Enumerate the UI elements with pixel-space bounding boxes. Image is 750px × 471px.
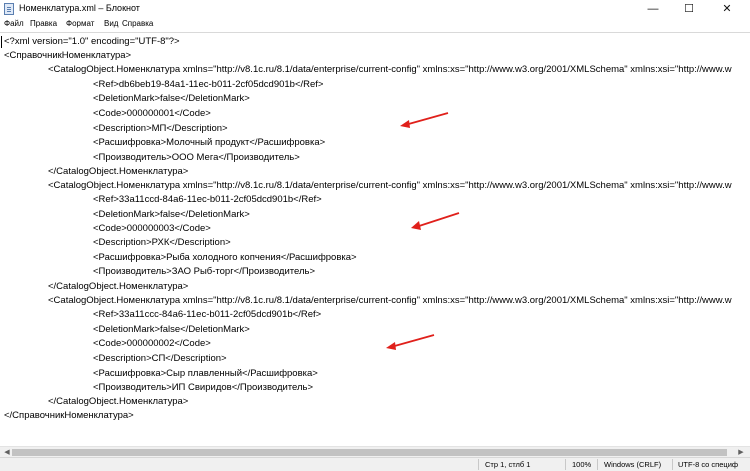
editor-line: <CatalogObject.Номенклатура xmlns="http:… — [48, 64, 732, 75]
editor-line: <Производитель>ООО Мега</Производитель> — [93, 152, 300, 163]
editor-line: <Code>000000002</Code> — [93, 338, 211, 349]
editor-line: <Code>000000003</Code> — [93, 223, 211, 234]
editor-line: <Description>СП</Description> — [93, 353, 227, 364]
notepad-icon — [4, 3, 14, 15]
editor-line: <СправочникНоменклатура> — [4, 50, 132, 61]
editor-line: </CatalogObject.Номенклатура> — [48, 166, 189, 177]
editor-line: </CatalogObject.Номенклатура> — [48, 281, 189, 292]
editor-line: <Code>000000001</Code> — [93, 108, 211, 119]
editor-line: <Ref>db6beb19-84a1-11ec-b011-2cf05dcd901… — [93, 79, 324, 90]
editor-line: <Ref>33a11ccc-84a6-11ec-b011-2cf05dcd901… — [93, 309, 322, 320]
zoom-level: 100% — [572, 460, 592, 469]
editor-line: <DeletionMark>false</DeletionMark> — [93, 324, 250, 335]
editor-line: <Description>МП</Description> — [93, 123, 228, 134]
menu-help[interactable]: Справка — [122, 19, 153, 28]
cursor-position: Стр 1, стлб 1 — [485, 460, 531, 469]
annotation-arrow — [386, 334, 435, 350]
annotation-arrow — [411, 212, 460, 230]
menu-format[interactable]: Формат — [66, 19, 94, 28]
encoding: UTF-8 со специф — [678, 460, 739, 469]
notepad-window: Номенклатура.xml – Блокнот — ☐ ✕ Файл Пр… — [0, 0, 750, 471]
minimize-button[interactable]: — — [636, 0, 670, 18]
editor-line: <DeletionMark>false</DeletionMark> — [93, 93, 250, 104]
annotation-arrow — [400, 112, 449, 128]
maximize-button[interactable]: ☐ — [672, 0, 706, 18]
status-divider — [672, 459, 673, 470]
editor-line: <DeletionMark>false</DeletionMark> — [93, 209, 250, 220]
menu-bar: Файл Правка Формат Вид Справка — [0, 18, 750, 32]
editor-line: <Description>РХК</Description> — [93, 237, 231, 248]
editor-line: </СправочникНоменклатура> — [4, 410, 134, 421]
editor-line: <CatalogObject.Номенклатура xmlns="http:… — [48, 180, 732, 191]
editor-line: <Расшифровка>Сыр плавленный</Расшифровка… — [93, 368, 318, 379]
text-editor[interactable]: <?xml version="1.0" encoding="UTF-8"?> <… — [0, 32, 750, 447]
editor-line: <Производитель>ЗАО Рыб-торг</Производите… — [93, 266, 316, 277]
editor-line: <CatalogObject.Номенклатура xmlns="http:… — [48, 295, 732, 306]
menu-view[interactable]: Вид — [104, 19, 118, 28]
editor-line: <Производитель>ИП Свиридов</Производител… — [93, 382, 314, 393]
title-bar[interactable]: Номенклатура.xml – Блокнот — ☐ ✕ — [0, 0, 750, 19]
status-bar: Стр 1, стлб 1 100% Windows (CRLF) UTF-8 … — [0, 457, 750, 471]
editor-line: <Ref>33a11ccd-84a6-11ec-b011-2cf05dcd901… — [93, 194, 322, 205]
editor-line: <?xml version="1.0" encoding="UTF-8"?> — [4, 36, 180, 47]
text-cursor — [1, 36, 2, 48]
scrollbar-thumb[interactable] — [12, 449, 727, 456]
line-ending: Windows (CRLF) — [604, 460, 662, 469]
status-divider — [597, 459, 598, 470]
status-divider — [565, 459, 566, 470]
status-divider — [478, 459, 479, 470]
editor-line: </CatalogObject.Номенклатура> — [48, 396, 189, 407]
close-button[interactable]: ✕ — [710, 0, 744, 18]
editor-line: <Расшифровка>Молочный продукт</Расшифров… — [93, 137, 326, 148]
menu-file[interactable]: Файл — [4, 19, 24, 28]
menu-edit[interactable]: Правка — [30, 19, 57, 28]
window-title: Номенклатура.xml – Блокнот — [19, 3, 140, 13]
editor-line: <Расшифровка>Рыба холодного копчения</Ра… — [93, 252, 357, 263]
